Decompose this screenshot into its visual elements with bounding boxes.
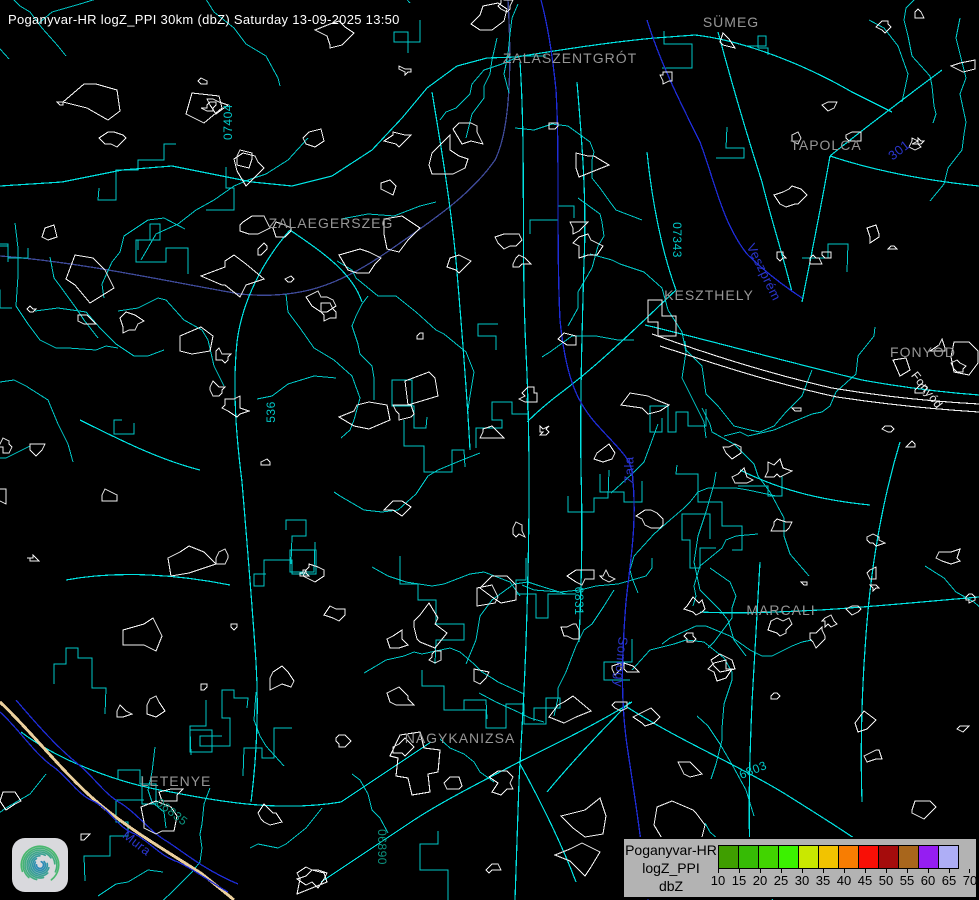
minor-roads-layer <box>0 0 979 900</box>
legend-tick-label-70: 70 <box>963 873 977 888</box>
legend-tick-label-50: 50 <box>879 873 893 888</box>
legend-tick-label-55: 55 <box>900 873 914 888</box>
radar-screen: ZALASZENTGRÓTSÜMEGTAPOLCAKESZTHELYFONYÓD… <box>0 0 979 900</box>
major-roads-layer <box>0 32 979 900</box>
legend-tick-label-65: 65 <box>942 873 956 888</box>
radar-map <box>0 0 979 900</box>
legend-tick-label-15: 15 <box>732 873 746 888</box>
radar-legend: Poganyvar-HR logZ_PPI dbZ 10 15 20 25 30 35 40… <box>622 837 978 899</box>
legend-swatch-30 <box>798 845 819 869</box>
legend-product-name: logZ_PPI <box>624 859 718 877</box>
legend-swatch-25 <box>778 845 799 869</box>
rivers-layer <box>0 0 802 900</box>
legend-station-name: Poganyvar-HR <box>624 841 718 859</box>
legend-tick-label-35: 35 <box>816 873 830 888</box>
legend-swatch-10 <box>718 845 739 869</box>
legend-tick-label-60: 60 <box>921 873 935 888</box>
settlements-layer <box>0 0 979 894</box>
legend-swatch-55 <box>898 845 919 869</box>
legend-tick-label-20: 20 <box>753 873 767 888</box>
legend-tick-label-10: 10 <box>711 873 725 888</box>
legend-color-scale: 10152025303540455055606570 <box>718 839 976 897</box>
legend-swatch-20 <box>758 845 779 869</box>
legend-title-block: Poganyvar-HR logZ_PPI dbZ <box>624 839 718 897</box>
legend-tick-label-40: 40 <box>837 873 851 888</box>
legend-swatch-60 <box>918 845 939 869</box>
legend-swatch-65 <box>938 845 959 869</box>
legend-tick-label-25: 25 <box>774 873 788 888</box>
legend-swatch-50 <box>878 845 899 869</box>
legend-tick-label-45: 45 <box>858 873 872 888</box>
legend-swatch-row <box>718 845 959 869</box>
radar-product-title: Poganyvar-HR logZ_PPI 30km (dbZ) Saturda… <box>8 12 400 27</box>
legend-swatch-35 <box>818 845 839 869</box>
legend-tick-label-30: 30 <box>795 873 809 888</box>
legend-swatch-40 <box>838 845 859 869</box>
legend-unit-label: dbZ <box>624 877 718 895</box>
radar-logo[interactable] <box>12 838 68 892</box>
radar-spiral-icon <box>18 843 62 887</box>
legend-swatch-45 <box>858 845 879 869</box>
legend-swatch-15 <box>738 845 759 869</box>
county-border-layer <box>0 0 510 295</box>
